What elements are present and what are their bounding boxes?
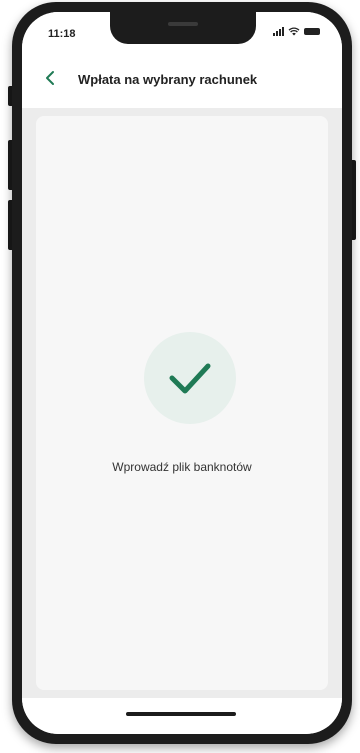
- home-indicator[interactable]: [126, 712, 236, 716]
- status-message: Wprowadź plik banknotów: [112, 460, 252, 474]
- status-time: 11:18: [48, 28, 76, 40]
- notch: [110, 12, 256, 44]
- content-card: Wprowadź plik banknotów: [36, 116, 328, 690]
- status-bar: 11:18: [22, 12, 342, 52]
- wifi-icon: [288, 27, 300, 36]
- success-badge: [144, 332, 236, 424]
- status-icons: [273, 27, 320, 36]
- phone-screen: 11:18 Wpłata na wybrany rachunek Wprowad…: [22, 12, 342, 734]
- bottom-area: [22, 698, 342, 734]
- battery-icon: [304, 28, 320, 35]
- back-button[interactable]: [38, 66, 62, 90]
- page-title: Wpłata na wybrany rachunek: [78, 72, 258, 87]
- signal-icon: [273, 27, 284, 36]
- phone-frame: 11:18 Wpłata na wybrany rachunek Wprowad…: [12, 2, 352, 744]
- device-mockup: 11:18 Wpłata na wybrany rachunek Wprowad…: [0, 0, 360, 753]
- chevron-left-icon: [46, 71, 54, 85]
- speaker: [168, 22, 198, 26]
- navigation-bar: Wpłata na wybrany rachunek: [22, 52, 342, 108]
- checkmark-icon: [169, 363, 211, 394]
